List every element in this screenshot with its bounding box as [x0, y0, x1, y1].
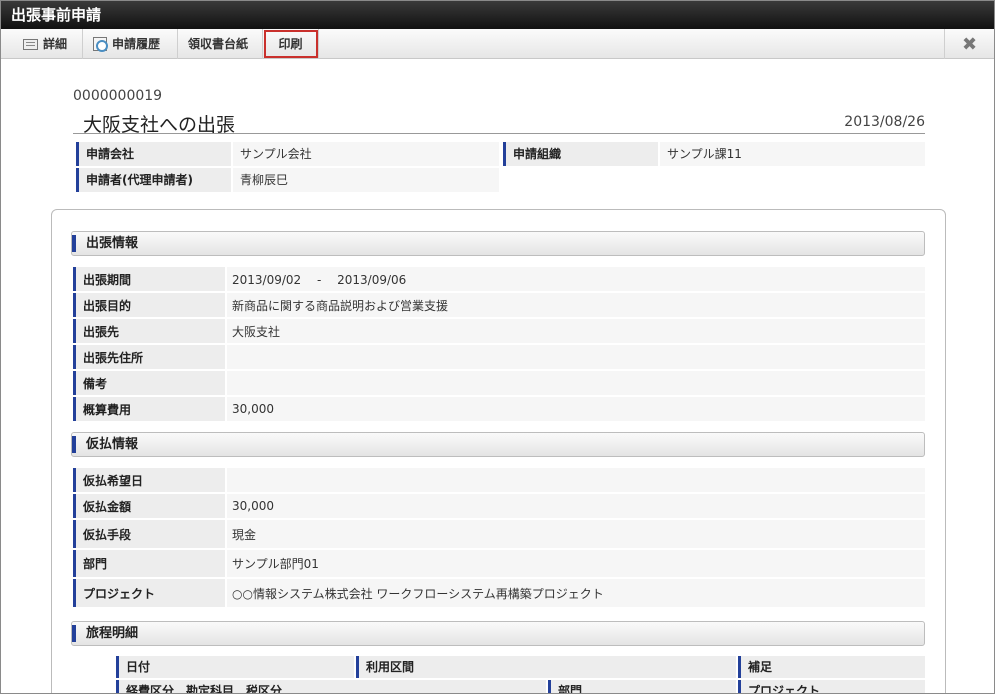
history-label: 申請履歴 [112, 37, 161, 51]
trip-row-value [227, 345, 925, 369]
window-title: 出張事前申請 [1, 1, 994, 29]
applicant-row-2: 申請者(代理申請者) 青柳辰巳 [76, 168, 925, 192]
advance-row-value: サンプル部門01 [227, 550, 925, 577]
print-button[interactable]: 印刷 [263, 29, 319, 59]
col-expense-header: 経費区分 勘定科目 税区分 [116, 680, 546, 693]
advance-row: 部門 サンプル部門01 [73, 550, 925, 579]
detail-button[interactable]: 詳細 [13, 29, 83, 59]
trip-row-label: 概算費用 [73, 397, 225, 421]
toolbar: 詳細 申請履歴 領収書台紙 印刷 ✖ [1, 29, 994, 59]
col-project-header: プロジェクト [738, 680, 925, 693]
trip-row: 出張期間 2013/09/02 - 2013/09/06 [73, 267, 925, 293]
advance-row-value: 現金 [227, 520, 925, 548]
trip-row-value: 2013/09/02 - 2013/09/06 [227, 267, 925, 291]
org-label: 申請組織 [503, 142, 658, 166]
person-label: 申請者(代理申請者) [76, 168, 231, 192]
trip-row-label: 出張先住所 [73, 345, 225, 369]
itinerary-section-header: 旅程明細 [71, 621, 925, 646]
trip-section-title: 出張情報 [72, 235, 138, 252]
close-icon: ✖ [961, 33, 978, 55]
person-value: 青柳辰巳 [233, 168, 499, 192]
advance-row-label: 仮払金額 [73, 494, 225, 518]
trip-row-label: 備考 [73, 371, 225, 395]
advance-section-header: 仮払情報 [71, 432, 925, 457]
col-route-header: 利用区間 [356, 656, 736, 678]
trip-row: 出張先 大阪支社 [73, 319, 925, 345]
advance-row-label: プロジェクト [73, 579, 225, 607]
col-note-header: 補足 [738, 656, 925, 678]
close-button[interactable]: ✖ [944, 29, 994, 59]
advance-section-title: 仮払情報 [72, 436, 138, 453]
trip-row: 出張目的 新商品に関する商品説明および営業支援 [73, 293, 925, 319]
advance-row-label: 部門 [73, 550, 225, 577]
advance-row: 仮払希望日 [73, 468, 925, 494]
history-icon [93, 37, 108, 52]
trip-row: 出張先住所 [73, 345, 925, 371]
application-number: 0000000019 [73, 88, 163, 104]
receipt-label: 領収書台紙 [188, 37, 249, 51]
company-label: 申請会社 [76, 142, 231, 166]
col-dept-header: 部門 [548, 680, 736, 693]
trip-section-header: 出張情報 [71, 231, 925, 256]
print-label: 印刷 [278, 37, 303, 51]
receipt-button[interactable]: 領収書台紙 [178, 29, 263, 59]
application-date: 2013/08/26 [844, 114, 925, 130]
trip-row: 概算費用 30,000 [73, 397, 925, 423]
company-value: サンプル会社 [233, 142, 499, 166]
advance-row-label: 仮払希望日 [73, 468, 225, 492]
col-date-header: 日付 [116, 656, 354, 678]
trip-row-value: 新商品に関する商品説明および営業支援 [227, 293, 925, 317]
advance-row-value [227, 468, 925, 492]
trip-row: 備考 [73, 371, 925, 397]
trip-row-value: 30,000 [227, 397, 925, 421]
advance-row-label: 仮払手段 [73, 520, 225, 548]
detail-label: 詳細 [43, 37, 68, 51]
advance-row: 仮払手段 現金 [73, 520, 925, 550]
org-value: サンプル課11 [660, 142, 925, 166]
document-icon [23, 38, 38, 50]
itinerary-section-title: 旅程明細 [72, 625, 138, 642]
subject-line: 大阪支社への出張 2013/08/26 [73, 110, 925, 136]
advance-row: 仮払金額 30,000 [73, 494, 925, 520]
trip-row-value: 大阪支社 [227, 319, 925, 343]
applicant-row-1: 申請会社 サンプル会社 申請組織 サンプル課11 [76, 142, 925, 166]
trip-row-label: 出張期間 [73, 267, 225, 291]
advance-row-value: 30,000 [227, 494, 925, 518]
app-window: 出張事前申請 詳細 申請履歴 領収書台紙 印刷 ✖ 0000000019 大阪支… [0, 0, 995, 694]
history-button[interactable]: 申請履歴 [83, 29, 178, 59]
trip-row-label: 出張先 [73, 319, 225, 343]
trip-row-label: 出張目的 [73, 293, 225, 317]
advance-row: プロジェクト ○○情報システム株式会社 ワークフローシステム再構築プロジェクト [73, 579, 925, 609]
trip-row-value [227, 371, 925, 395]
advance-row-value: ○○情報システム株式会社 ワークフローシステム再構築プロジェクト [227, 579, 925, 607]
subject-title: 大阪支社への出張 [83, 114, 236, 136]
